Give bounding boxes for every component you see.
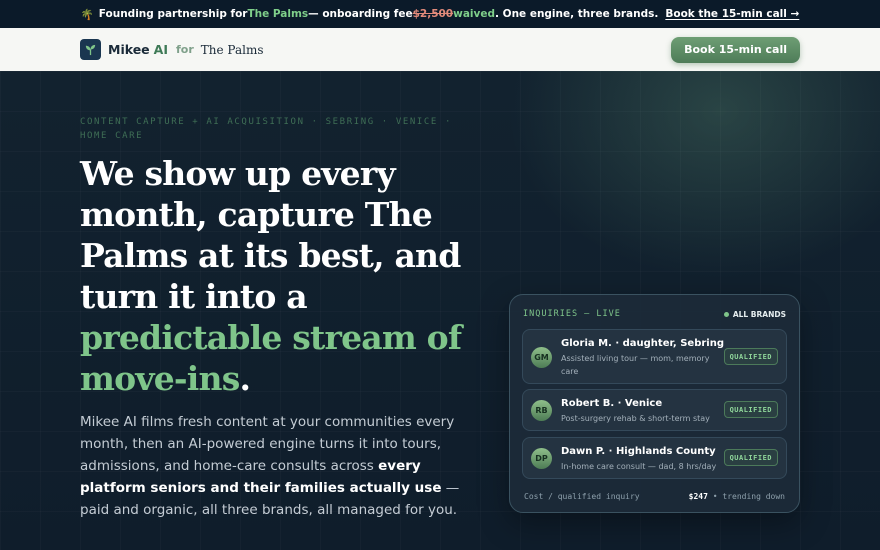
card-header: INQUIRIES — LIVE ALL BRANDS xyxy=(523,308,786,320)
inquiry-name: Gloria M. · daughter, Sebring xyxy=(561,338,724,349)
hero-headline: We show up every month, capture The Palm… xyxy=(80,153,500,399)
announcement-client-name: The Palms xyxy=(247,8,309,20)
card-title: INQUIRIES — LIVE xyxy=(523,309,621,319)
client-name: The Palms xyxy=(200,42,264,57)
inquiry-row[interactable]: RB Robert B. · Venice Post-surgery rehab… xyxy=(522,389,787,431)
card-status-label: ALL BRANDS xyxy=(732,309,786,319)
footer-value: $247 xyxy=(688,491,708,501)
fee-waived: waived xyxy=(453,8,495,20)
announcement-bar: 🌴 Founding partnership for The Palms — o… xyxy=(0,0,880,28)
headline-main: We show up every month, capture The Palm… xyxy=(80,154,461,316)
book-call-button[interactable]: Book 15-min call xyxy=(671,36,800,63)
headline-highlight: predictable stream of move-ins xyxy=(80,318,462,398)
inquiry-name: Dawn P. · Highlands County xyxy=(561,446,716,457)
palm-tree-icon: 🌴 xyxy=(80,8,94,21)
hero-subcopy: Mikee AI films fresh content at your com… xyxy=(80,411,480,521)
qualified-badge: QUALIFIED xyxy=(723,401,778,418)
announcement-text-middle: — onboarding fee xyxy=(308,8,413,20)
footer-trend: • trending down xyxy=(707,491,785,501)
brand-name: Mikee xyxy=(108,42,150,57)
inquiry-row[interactable]: DP Dawn P. · Highlands County In-home ca… xyxy=(522,437,787,479)
inquiry-desc: Assisted living tour — mom, memory care xyxy=(561,354,710,376)
avatar: RB xyxy=(531,400,552,421)
footer-label: Cost / qualified inquiry xyxy=(524,491,640,501)
card-status: ALL BRANDS xyxy=(723,309,786,319)
inquiry-row[interactable]: GM Gloria M. · daughter, Sebring Assiste… xyxy=(522,329,787,384)
inquiry-desc: In-home care consult — dad, 8 hrs/day xyxy=(561,462,717,471)
brand-ai: AI xyxy=(153,42,168,57)
old-fee: $2,500 xyxy=(412,8,454,20)
hero-section: CONTENT CAPTURE + AI ACQUISITION · SEBRI… xyxy=(0,71,880,550)
qualified-badge: QUALIFIED xyxy=(723,348,778,365)
announcement-text-before: Founding partnership for xyxy=(98,8,248,20)
inquiry-desc: Post-surgery rehab & short-term stay xyxy=(561,414,710,423)
eyebrow: CONTENT CAPTURE + AI ACQUISITION · SEBRI… xyxy=(80,117,452,141)
live-dot-icon xyxy=(723,311,729,317)
inquiry-name: Robert B. · Venice xyxy=(561,398,663,409)
for-label: for xyxy=(176,43,194,56)
announcement-text-after: . One engine, three brands. xyxy=(495,8,659,20)
top-nav: Mikee AI for The Palms Book 15-min call xyxy=(0,28,880,71)
logo[interactable] xyxy=(80,39,101,60)
card-footer: Cost / qualified inquiry $247 • trending… xyxy=(524,490,785,502)
headline-end: . xyxy=(239,359,251,398)
book-call-link[interactable]: Book the 15-min call → xyxy=(665,8,799,20)
footer-metric: $247 • trending down xyxy=(689,492,785,501)
avatar: DP xyxy=(531,448,552,469)
inquiries-card: INQUIRIES — LIVE ALL BRANDS GM Gloria M.… xyxy=(509,294,800,513)
avatar: GM xyxy=(531,347,552,368)
qualified-badge: QUALIFIED xyxy=(723,449,778,466)
sprout-icon xyxy=(85,44,96,56)
